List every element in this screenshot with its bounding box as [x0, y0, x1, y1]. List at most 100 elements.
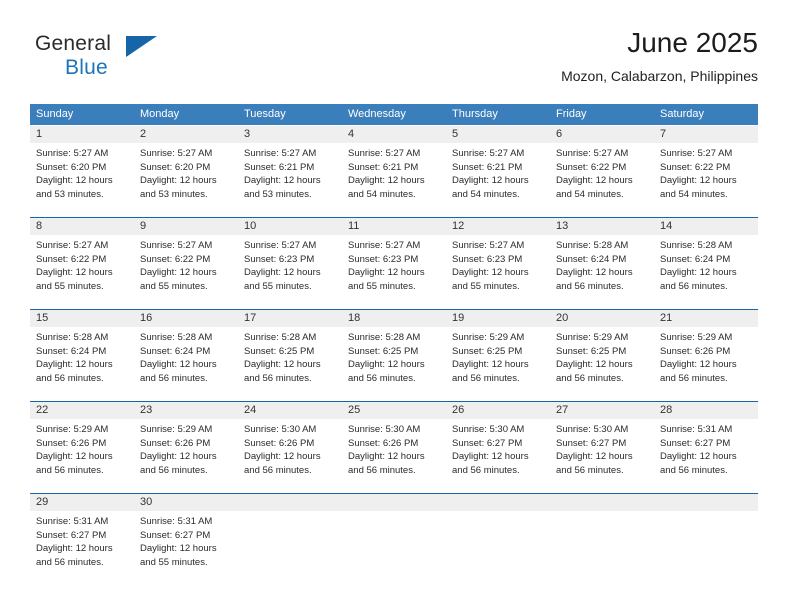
day-cell[interactable]: 13 Sunrise: 5:28 AM Sunset: 6:24 PM Dayl… [550, 218, 654, 309]
day-number: 27 [556, 404, 569, 416]
day-number-band: 20 [550, 310, 654, 327]
day-cell[interactable]: 20 Sunrise: 5:29 AM Sunset: 6:25 PM Dayl… [550, 310, 654, 401]
day-cell[interactable]: 14 Sunrise: 5:28 AM Sunset: 6:24 PM Dayl… [654, 218, 758, 309]
daylight-text-line2: and 56 minutes. [556, 372, 624, 384]
day-number-band: 30 [134, 494, 238, 511]
page-header: General Blue June 2025 Mozon, Calabarzon… [30, 26, 758, 92]
day-cell[interactable]: 1 Sunrise: 5:27 AM Sunset: 6:20 PM Dayli… [30, 126, 134, 217]
weekday-header-row: Sunday Monday Tuesday Wednesday Thursday… [30, 104, 758, 125]
day-number: 9 [140, 220, 147, 232]
sunset-text: Sunset: 6:24 PM [556, 253, 627, 265]
day-cell[interactable]: 2 Sunrise: 5:27 AM Sunset: 6:20 PM Dayli… [134, 126, 238, 217]
weekday-header-saturday: Saturday [660, 108, 705, 120]
daylight-text-line1: Daylight: 12 hours [348, 175, 425, 186]
day-details: Sunrise: 5:27 AM Sunset: 6:23 PM Dayligh… [342, 235, 446, 293]
day-cell[interactable]: 26 Sunrise: 5:30 AM Sunset: 6:27 PM Dayl… [446, 402, 550, 493]
day-cell[interactable]: 10 Sunrise: 5:27 AM Sunset: 6:23 PM Dayl… [238, 218, 342, 309]
sunset-text: Sunset: 6:26 PM [36, 437, 107, 449]
day-cell[interactable]: 18 Sunrise: 5:28 AM Sunset: 6:25 PM Dayl… [342, 310, 446, 401]
day-cell[interactable]: 3 Sunrise: 5:27 AM Sunset: 6:21 PM Dayli… [238, 126, 342, 217]
day-cell[interactable]: 17 Sunrise: 5:28 AM Sunset: 6:25 PM Dayl… [238, 310, 342, 401]
day-cell[interactable]: 8 Sunrise: 5:27 AM Sunset: 6:22 PM Dayli… [30, 218, 134, 309]
daylight-text-line1: Daylight: 12 hours [36, 543, 113, 554]
daylight-text-line2: and 56 minutes. [556, 280, 624, 292]
sunset-text: Sunset: 6:27 PM [36, 529, 107, 541]
day-cell[interactable]: 12 Sunrise: 5:27 AM Sunset: 6:23 PM Dayl… [446, 218, 550, 309]
day-cell[interactable]: 22 Sunrise: 5:29 AM Sunset: 6:26 PM Dayl… [30, 402, 134, 493]
daylight-text-line2: and 56 minutes. [348, 464, 416, 476]
day-number-band: 7 [654, 126, 758, 143]
day-details: Sunrise: 5:27 AM Sunset: 6:23 PM Dayligh… [238, 235, 342, 293]
daylight-text-line2: and 54 minutes. [348, 188, 416, 200]
day-cell[interactable]: 6 Sunrise: 5:27 AM Sunset: 6:22 PM Dayli… [550, 126, 654, 217]
day-cell[interactable]: 27 Sunrise: 5:30 AM Sunset: 6:27 PM Dayl… [550, 402, 654, 493]
daylight-text-line1: Daylight: 12 hours [244, 175, 321, 186]
day-cell-empty [550, 494, 654, 585]
day-cell[interactable]: 30 Sunrise: 5:31 AM Sunset: 6:27 PM Dayl… [134, 494, 238, 585]
daylight-text-line2: and 56 minutes. [452, 464, 520, 476]
day-cell[interactable]: 16 Sunrise: 5:28 AM Sunset: 6:24 PM Dayl… [134, 310, 238, 401]
day-details: Sunrise: 5:30 AM Sunset: 6:26 PM Dayligh… [342, 419, 446, 477]
day-cell[interactable]: 29 Sunrise: 5:31 AM Sunset: 6:27 PM Dayl… [30, 494, 134, 585]
sunrise-text: Sunrise: 5:27 AM [140, 148, 213, 159]
daylight-text-line1: Daylight: 12 hours [556, 451, 633, 462]
day-cell[interactable]: 25 Sunrise: 5:30 AM Sunset: 6:26 PM Dayl… [342, 402, 446, 493]
daylight-text-line2: and 56 minutes. [556, 464, 624, 476]
sunset-text: Sunset: 6:26 PM [244, 437, 315, 449]
day-cell[interactable]: 9 Sunrise: 5:27 AM Sunset: 6:22 PM Dayli… [134, 218, 238, 309]
sunset-text: Sunset: 6:27 PM [660, 437, 731, 449]
brand-logo[interactable]: General Blue [35, 32, 255, 90]
daylight-text-line2: and 56 minutes. [36, 556, 104, 568]
daylight-text-line1: Daylight: 12 hours [140, 543, 217, 554]
sunrise-text: Sunrise: 5:27 AM [244, 148, 317, 159]
sunset-text: Sunset: 6:27 PM [452, 437, 523, 449]
day-cell[interactable]: 11 Sunrise: 5:27 AM Sunset: 6:23 PM Dayl… [342, 218, 446, 309]
day-details: Sunrise: 5:27 AM Sunset: 6:20 PM Dayligh… [134, 143, 238, 201]
daylight-text-line1: Daylight: 12 hours [36, 267, 113, 278]
daylight-text-line2: and 55 minutes. [36, 280, 104, 292]
daylight-text-line2: and 56 minutes. [452, 372, 520, 384]
weekday-header-tuesday: Tuesday [244, 108, 286, 120]
day-cell[interactable]: 5 Sunrise: 5:27 AM Sunset: 6:21 PM Dayli… [446, 126, 550, 217]
sunset-text: Sunset: 6:23 PM [452, 253, 523, 265]
day-cell[interactable]: 15 Sunrise: 5:28 AM Sunset: 6:24 PM Dayl… [30, 310, 134, 401]
sunrise-text: Sunrise: 5:27 AM [556, 148, 629, 159]
sunrise-text: Sunrise: 5:27 AM [452, 148, 525, 159]
day-cell[interactable]: 19 Sunrise: 5:29 AM Sunset: 6:25 PM Dayl… [446, 310, 550, 401]
day-cell[interactable]: 21 Sunrise: 5:29 AM Sunset: 6:26 PM Dayl… [654, 310, 758, 401]
week-row: 15 Sunrise: 5:28 AM Sunset: 6:24 PM Dayl… [30, 309, 758, 401]
day-cell[interactable]: 4 Sunrise: 5:27 AM Sunset: 6:21 PM Dayli… [342, 126, 446, 217]
day-number-band: 3 [238, 126, 342, 143]
daylight-text-line2: and 55 minutes. [140, 556, 208, 568]
daylight-text-line1: Daylight: 12 hours [348, 451, 425, 462]
day-number: 18 [348, 312, 361, 324]
day-details: Sunrise: 5:27 AM Sunset: 6:23 PM Dayligh… [446, 235, 550, 293]
day-number: 24 [244, 404, 257, 416]
sunrise-text: Sunrise: 5:27 AM [348, 240, 421, 251]
daylight-text-line1: Daylight: 12 hours [660, 267, 737, 278]
day-number-band: 10 [238, 218, 342, 235]
day-number-band: 21 [654, 310, 758, 327]
sunset-text: Sunset: 6:24 PM [140, 345, 211, 357]
day-number: 6 [556, 128, 563, 140]
day-number-band [446, 494, 550, 511]
day-number-band: 8 [30, 218, 134, 235]
day-number-band: 26 [446, 402, 550, 419]
daylight-text-line1: Daylight: 12 hours [452, 175, 529, 186]
day-number: 26 [452, 404, 465, 416]
day-cell[interactable]: 23 Sunrise: 5:29 AM Sunset: 6:26 PM Dayl… [134, 402, 238, 493]
sunset-text: Sunset: 6:26 PM [660, 345, 731, 357]
day-number: 25 [348, 404, 361, 416]
sunset-text: Sunset: 6:25 PM [244, 345, 315, 357]
day-details: Sunrise: 5:27 AM Sunset: 6:22 PM Dayligh… [654, 143, 758, 201]
day-number: 16 [140, 312, 153, 324]
sunset-text: Sunset: 6:21 PM [452, 161, 523, 173]
sunrise-text: Sunrise: 5:27 AM [244, 240, 317, 251]
day-cell[interactable]: 28 Sunrise: 5:31 AM Sunset: 6:27 PM Dayl… [654, 402, 758, 493]
day-number: 7 [660, 128, 667, 140]
page-subtitle: Mozon, Calabarzon, Philippines [561, 68, 758, 84]
day-cell[interactable]: 7 Sunrise: 5:27 AM Sunset: 6:22 PM Dayli… [654, 126, 758, 217]
day-number-band: 16 [134, 310, 238, 327]
weekday-header-sunday: Sunday [36, 108, 74, 120]
day-cell[interactable]: 24 Sunrise: 5:30 AM Sunset: 6:26 PM Dayl… [238, 402, 342, 493]
